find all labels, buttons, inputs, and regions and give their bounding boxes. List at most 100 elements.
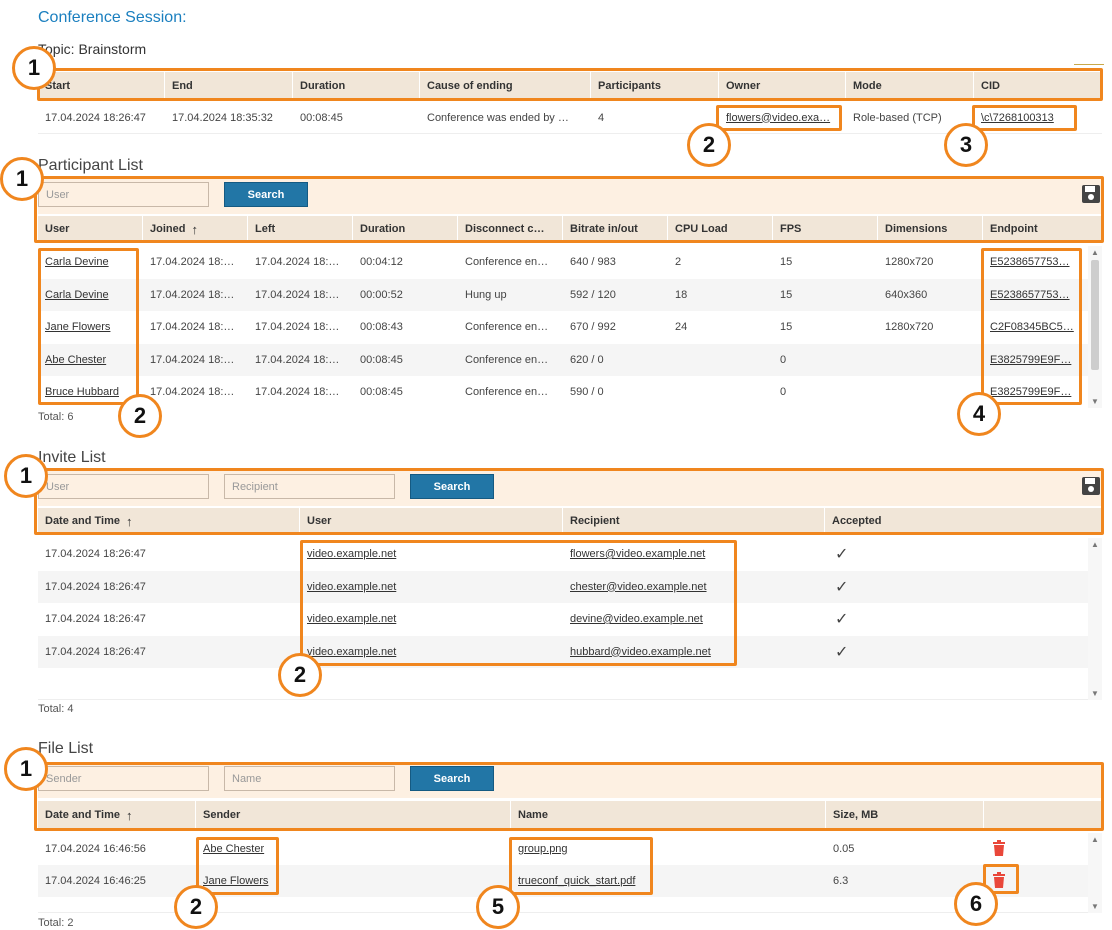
participant-disconnect: Conference en…	[465, 386, 549, 398]
participant-dimensions: 1280x720	[885, 256, 934, 268]
badge-2: 2	[118, 394, 162, 438]
session-mode: Role-based (TCP)	[853, 111, 942, 124]
scroll-up-icon[interactable]: ▲	[1091, 540, 1099, 549]
participant-disconnect: Conference en…	[465, 256, 549, 268]
table-row: Carla Devine 17.04.2024 18:… 17.04.2024 18…	[38, 278, 1088, 311]
session-duration: 00:08:45	[300, 111, 343, 124]
session-participants: 4	[598, 111, 605, 124]
divider	[1074, 64, 1104, 65]
file-scrollbar[interactable]: ▲ ▼	[1088, 833, 1102, 913]
annotation-box	[972, 105, 1077, 131]
participant-disconnect: Hung up	[465, 288, 507, 301]
participant-fps: 0	[780, 353, 787, 366]
participant-bitrate: 670 / 992	[570, 321, 616, 333]
check-icon: ✓	[835, 643, 849, 661]
participant-left: 17.04.2024 18:…	[255, 288, 340, 301]
session-start: 17.04.2024 18:26:47	[45, 111, 146, 124]
check-icon: ✓	[835, 578, 849, 596]
scroll-thumb[interactable]	[1091, 260, 1099, 370]
badge-1: 1	[4, 747, 48, 791]
participant-bitrate: 640 / 983	[570, 256, 616, 268]
session-cause: Conference was ended by …	[427, 111, 569, 124]
file-size: 6.3	[833, 875, 849, 887]
scroll-down-icon[interactable]: ▼	[1091, 902, 1099, 911]
table-row: Abe Chester 17.04.2024 18:… 17.04.2024 18:…	[38, 343, 1088, 376]
invite-datetime: 17.04.2024 18:26:47	[45, 645, 146, 658]
participant-joined: 17.04.2024 18:…	[150, 386, 235, 398]
badge-1: 1	[4, 454, 48, 498]
badge-2: 2	[687, 123, 731, 167]
file-datetime: 17.04.2024 16:46:25	[45, 875, 146, 887]
badge-1: 1	[12, 46, 56, 90]
table-row: Carla Devine 17.04.2024 18:… 17.04.2024 18…	[38, 246, 1088, 278]
participant-duration: 00:08:45	[360, 386, 403, 398]
participant-duration: 00:08:45	[360, 353, 403, 366]
file-total: Total: 2	[38, 917, 74, 929]
participant-fps: 15	[780, 321, 793, 333]
annotation-box	[196, 837, 279, 895]
annotation-box	[509, 837, 653, 895]
session-end: 17.04.2024 18:35:32	[172, 111, 273, 124]
scroll-up-icon[interactable]: ▲	[1091, 248, 1099, 257]
badge-4: 4	[957, 392, 1001, 436]
participant-joined: 17.04.2024 18:…	[150, 353, 235, 366]
annotation-box	[716, 105, 842, 131]
invite-datetime: 17.04.2024 18:26:47	[45, 580, 146, 593]
participant-fps: 15	[780, 256, 793, 268]
badge-3: 3	[944, 123, 988, 167]
trash-icon[interactable]	[984, 839, 1088, 859]
session-row: 17.04.2024 18:26:47 17.04.2024 18:35:32 …	[38, 102, 1102, 134]
participant-cpu: 2	[675, 256, 682, 268]
file-size: 0.05	[833, 843, 855, 855]
participant-fps: 0	[780, 386, 787, 398]
scroll-down-icon[interactable]: ▼	[1091, 397, 1099, 406]
participant-scrollbar[interactable]: ▲ ▼	[1088, 246, 1102, 408]
participant-list-title: Participant List	[38, 157, 143, 174]
scroll-down-icon[interactable]: ▼	[1091, 689, 1099, 698]
participant-left: 17.04.2024 18:…	[255, 353, 340, 366]
badge-2: 2	[174, 885, 218, 929]
participant-cpu: 24	[675, 321, 688, 333]
file-list-title: File List	[38, 740, 94, 757]
participant-joined: 17.04.2024 18:…	[150, 256, 235, 268]
participant-fps: 15	[780, 288, 793, 301]
invite-total: Total: 4	[38, 703, 74, 715]
participant-total: Total: 6	[38, 411, 74, 423]
file-datetime: 17.04.2024 16:46:56	[45, 843, 146, 855]
session-topic: Topic: Brainstorm	[38, 41, 147, 57]
page-title: Conference Session:	[38, 9, 187, 26]
participant-joined: 17.04.2024 18:…	[150, 288, 235, 301]
scroll-up-icon[interactable]: ▲	[1091, 835, 1099, 844]
participant-cpu: 18	[675, 288, 688, 301]
badge-2: 2	[278, 653, 322, 697]
table-row: Bruce Hubbard 17.04.2024 18:… 17.04.2024 1…	[38, 376, 1088, 408]
participant-duration: 00:04:12	[360, 256, 403, 268]
participant-bitrate: 620 / 0	[570, 353, 604, 366]
annotation-box	[34, 176, 1104, 243]
badge-5: 5	[476, 885, 520, 929]
invite-datetime: 17.04.2024 18:26:47	[45, 613, 146, 625]
participant-disconnect: Conference en…	[465, 353, 549, 366]
participant-dimensions: 640x360	[885, 288, 928, 301]
table-row: Jane Flowers 17.04.2024 18:… 17.04.2024 18…	[38, 311, 1088, 343]
participant-duration: 00:00:52	[360, 288, 403, 301]
annotation-box	[38, 248, 139, 405]
participant-left: 17.04.2024 18:…	[255, 256, 340, 268]
annotation-box	[981, 248, 1082, 405]
invite-list-title: Invite List	[38, 449, 106, 466]
participant-bitrate: 590 / 0	[570, 386, 604, 398]
check-icon: ✓	[835, 611, 849, 628]
invite-scrollbar[interactable]: ▲ ▼	[1088, 538, 1102, 700]
annotation-box	[34, 468, 1104, 535]
badge-6: 6	[954, 882, 998, 926]
participant-joined: 17.04.2024 18:…	[150, 321, 235, 333]
participant-dimensions: 1280x720	[885, 321, 934, 333]
participant-bitrate: 592 / 120	[570, 288, 616, 301]
participant-disconnect: Conference en…	[465, 321, 549, 333]
check-icon: ✓	[835, 546, 849, 563]
participant-left: 17.04.2024 18:…	[255, 321, 340, 333]
participant-left: 17.04.2024 18:…	[255, 386, 340, 398]
annotation-box	[37, 68, 1103, 101]
invite-datetime: 17.04.2024 18:26:47	[45, 548, 146, 560]
badge-1: 1	[0, 157, 44, 201]
